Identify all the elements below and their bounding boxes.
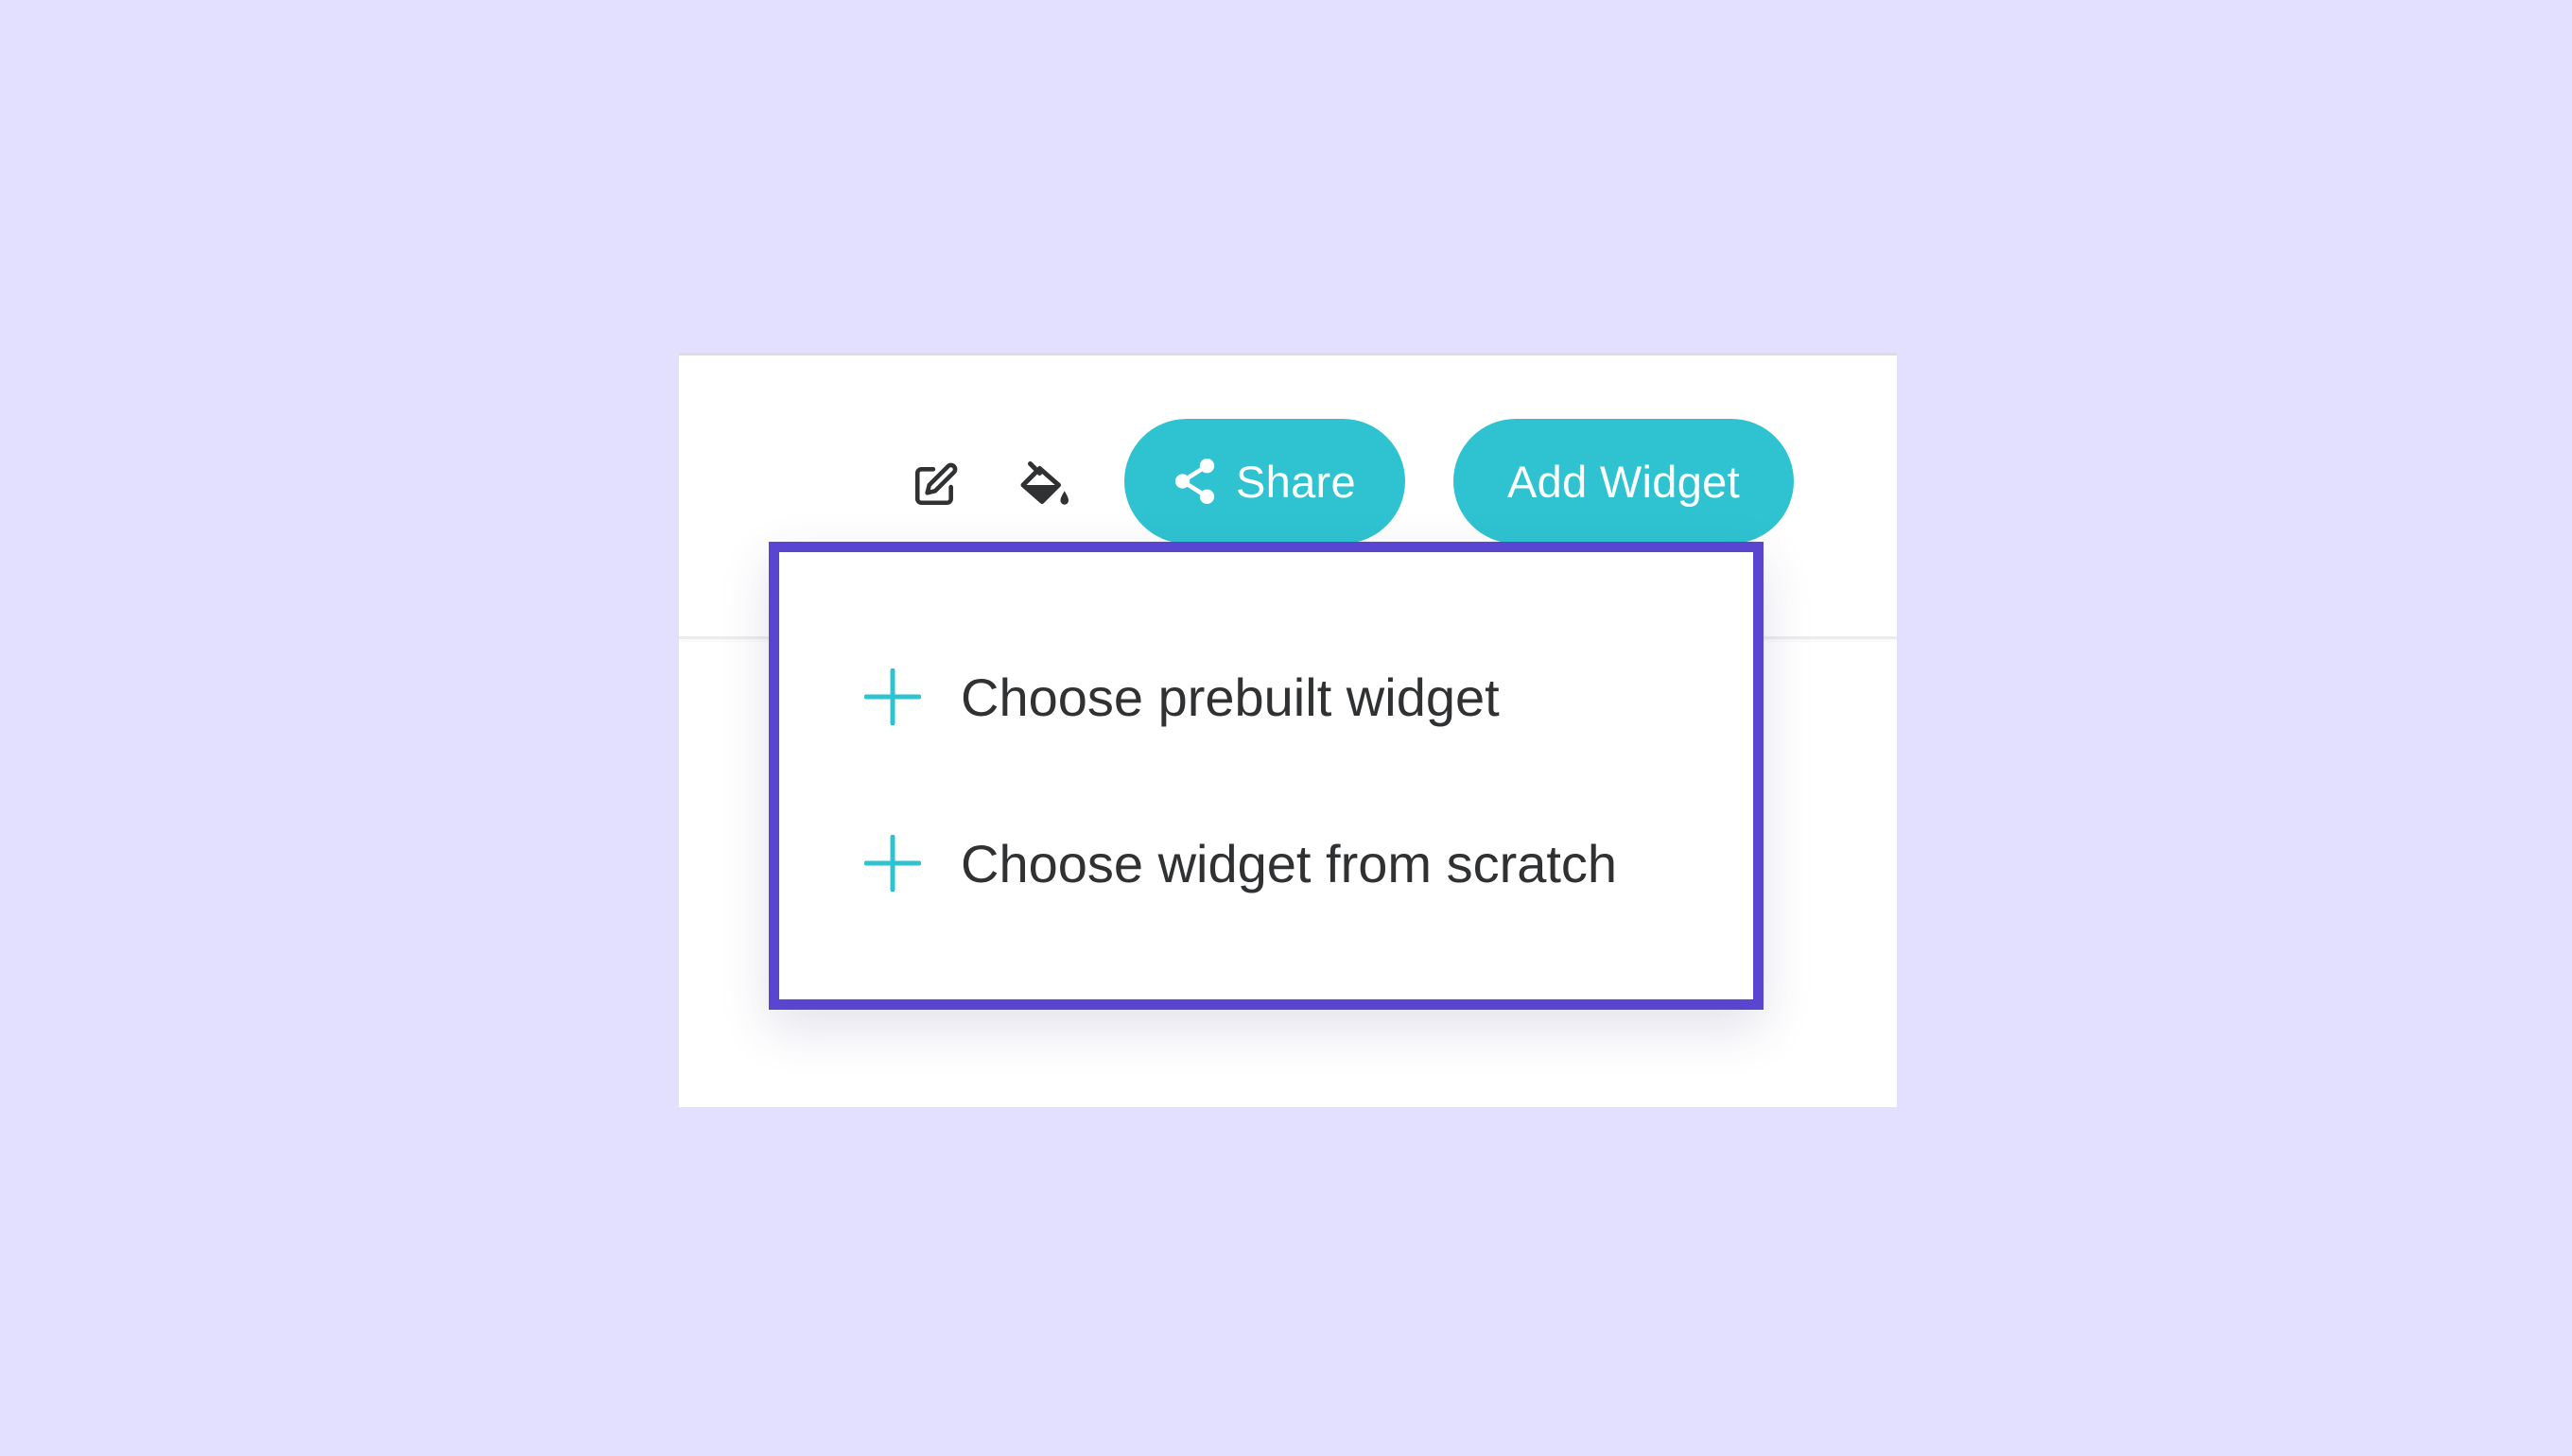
share-button[interactable]: Share (1124, 419, 1405, 544)
menu-item-choose-widget-from-scratch[interactable]: Choose widget from scratch (864, 821, 1617, 906)
paint-bucket-icon (1018, 457, 1075, 513)
add-widget-label: Add Widget (1507, 456, 1740, 507)
plus-icon (864, 835, 921, 892)
menu-item-label: Choose widget from scratch (961, 833, 1618, 893)
menu-item-choose-prebuilt-widget[interactable]: Choose prebuilt widget (864, 654, 1500, 739)
share-label: Share (1236, 456, 1356, 507)
edit-button[interactable] (901, 451, 969, 519)
add-widget-button[interactable]: Add Widget (1453, 419, 1794, 544)
plus-icon (864, 668, 921, 725)
edit-icon (912, 461, 959, 509)
add-widget-dropdown: Choose prebuilt widget Choose widget fro… (769, 542, 1764, 1010)
menu-item-label: Choose prebuilt widget (961, 667, 1500, 727)
theme-button[interactable] (1013, 451, 1081, 519)
share-icon (1173, 458, 1217, 505)
